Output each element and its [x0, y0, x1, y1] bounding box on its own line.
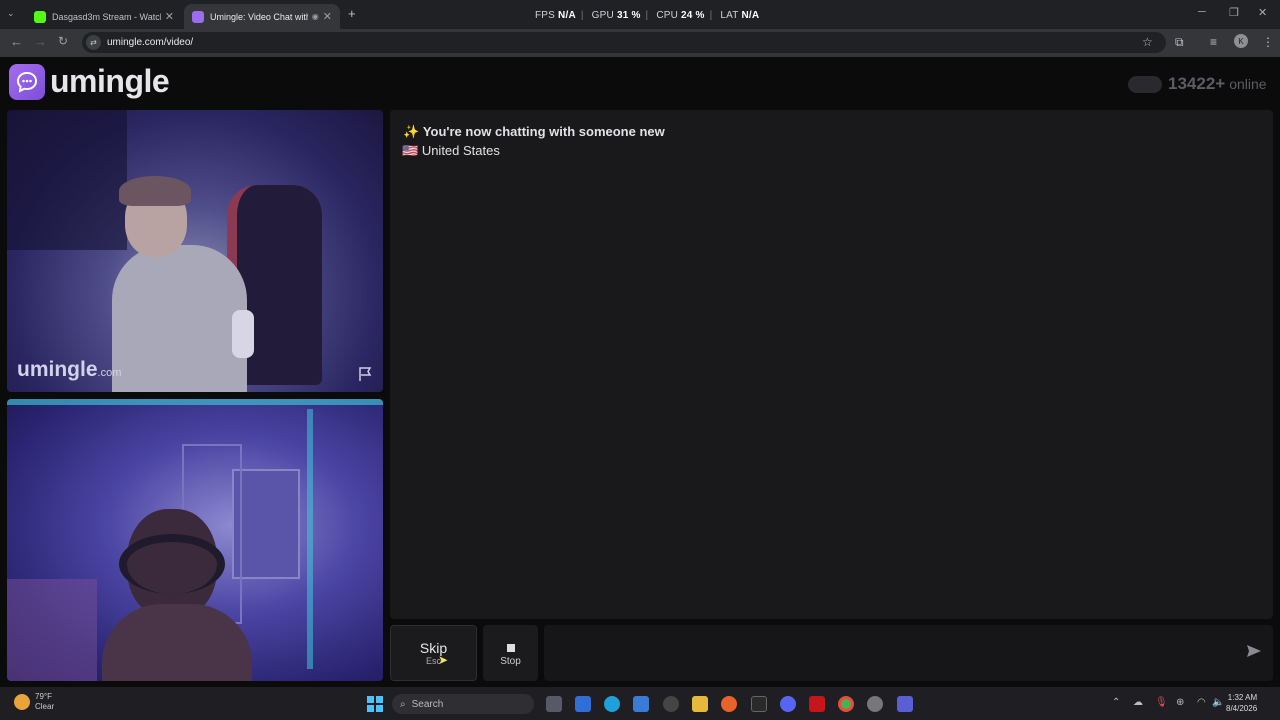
report-flag-icon[interactable] [358, 366, 374, 387]
led-strip [307, 409, 313, 669]
online-counter: 13422+ online [1128, 74, 1267, 94]
skip-shortcut-hint: Esc [425, 656, 441, 666]
performance-overlay: FPS N/A | GPU 31 % | CPU 24 % | LAT N/A [535, 10, 760, 21]
search-icon: ⌕ [400, 698, 406, 710]
microphone-icon[interactable]: 🎙 [1155, 697, 1168, 708]
firefox-icon[interactable] [721, 696, 737, 712]
mouse-cursor-icon: ➤ [438, 653, 449, 667]
task-view-icon[interactable] [546, 696, 562, 712]
minimize-icon[interactable]: ─ [1198, 6, 1206, 18]
show-hidden-icons-chevron-icon[interactable]: ⌃ [1112, 697, 1120, 708]
bookmark-star-icon[interactable]: ☆ [1142, 35, 1153, 49]
mail-icon[interactable] [575, 696, 591, 712]
chat-bubble-logo-icon [9, 63, 45, 100]
wifi-icon[interactable]: ◠ [1197, 697, 1206, 708]
media-control-icon[interactable]: ≡ [1210, 35, 1217, 49]
send-icon[interactable] [1246, 644, 1262, 663]
tab-stream[interactable]: Dasgasd3m Stream - Watch Liv ✕ [26, 4, 182, 29]
self-video [7, 399, 383, 681]
brand-name: umingle [50, 63, 170, 99]
profile-avatar[interactable]: K [1234, 34, 1248, 48]
clock-time: 1:32 AM [1227, 693, 1258, 702]
tab-search-icon[interactable]: ⌄ [7, 8, 15, 19]
stranger-video: umingle.com [7, 110, 383, 392]
system-message-text: You're now chatting with someone new [422, 124, 665, 139]
menu-kebab-icon[interactable]: ⋮ [1262, 35, 1274, 49]
audio-icon[interactable]: ◉ [312, 12, 319, 21]
maximize-icon[interactable]: ❐ [1229, 6, 1239, 19]
close-tab-icon[interactable]: ✕ [323, 10, 332, 23]
message-input[interactable] [548, 629, 1228, 659]
address-bar[interactable]: ⇄ umingle.com/video/ [82, 32, 1166, 53]
microphone [232, 310, 254, 358]
person-hair [119, 176, 191, 206]
umingle-logo[interactable]: umingle [9, 63, 170, 100]
stop-label: Stop [500, 656, 521, 667]
store-icon[interactable] [633, 696, 649, 712]
wall-poster [232, 469, 300, 579]
country-text: United States [421, 143, 500, 158]
stop-button[interactable]: Stop [483, 625, 538, 681]
online-count: 13422+ [1168, 74, 1226, 93]
message-box [544, 625, 1273, 681]
led-strip [7, 399, 383, 405]
shelf-background [7, 110, 127, 250]
person-torso [112, 245, 247, 392]
taskbar-search[interactable]: ⌕ Search [392, 694, 534, 714]
online-label: online [1229, 76, 1267, 92]
umingle-watermark: umingle.com [17, 358, 122, 381]
skip-button[interactable]: Skip Esc [390, 625, 477, 681]
taskbar-clock[interactable]: 1:32 AM 8/4/2026 [1226, 692, 1257, 714]
epic-games-icon[interactable] [751, 696, 767, 712]
netflix-icon[interactable] [809, 696, 825, 712]
windows-start-icon[interactable] [367, 696, 383, 712]
file-explorer-icon[interactable] [692, 696, 708, 712]
onedrive-icon[interactable]: ☁ [1133, 697, 1143, 708]
close-tab-icon[interactable]: ✕ [165, 10, 174, 23]
headphones [119, 534, 225, 594]
weather-widget[interactable]: 79°F Clear [14, 692, 54, 712]
back-arrow-icon[interactable]: ← [10, 34, 23, 49]
us-flag-icon: 🇺🇸 [402, 143, 419, 158]
url-text: umingle.com/video/ [107, 37, 194, 48]
app-icon[interactable] [897, 696, 913, 712]
extensions-icon[interactable]: ⧉ [1175, 35, 1184, 50]
tab-umingle[interactable]: Umingle: Video Chat with St ◉ ✕ [184, 4, 340, 29]
search-label: Search [411, 698, 444, 710]
tab-title: Dasgasd3m Stream - Watch Liv [52, 11, 161, 22]
skip-label: Skip [419, 640, 448, 656]
vpn-icon[interactable]: ⊕ [1176, 697, 1184, 708]
reload-icon[interactable]: ↻ [58, 34, 68, 48]
umingle-favicon-icon [192, 10, 204, 23]
system-message-new-chat: ✨ You're now chatting with someone new [403, 124, 665, 140]
sparkles-icon: ✨ [403, 124, 420, 139]
chrome-icon[interactable] [838, 696, 854, 712]
weather-temp: 79°F [35, 692, 52, 701]
volume-icon[interactable]: 🔈 [1212, 697, 1224, 708]
chat-panel [390, 110, 1273, 619]
weather-desc: Clear [35, 702, 55, 711]
edge-browser-icon[interactable] [604, 696, 620, 712]
forward-arrow-icon[interactable]: → [34, 34, 47, 49]
site-info-icon[interactable]: ⇄ [86, 35, 101, 50]
new-tab-button[interactable]: + [348, 6, 356, 21]
tab-title: Umingle: Video Chat with St [210, 11, 308, 22]
discord-icon[interactable] [780, 696, 796, 712]
kick-favicon-icon [34, 10, 46, 23]
desk-lamp-glow [7, 579, 97, 681]
close-window-icon[interactable]: ✕ [1258, 6, 1267, 19]
system-message-country: 🇺🇸 United States [402, 143, 500, 159]
weather-moon-icon [14, 694, 30, 710]
clock-date: 8/4/2026 [1226, 704, 1258, 713]
settings-gear-icon[interactable] [867, 696, 883, 712]
chatgpt-icon[interactable] [663, 696, 679, 712]
theme-toggle[interactable] [1128, 75, 1162, 93]
stop-square-icon [506, 644, 515, 652]
